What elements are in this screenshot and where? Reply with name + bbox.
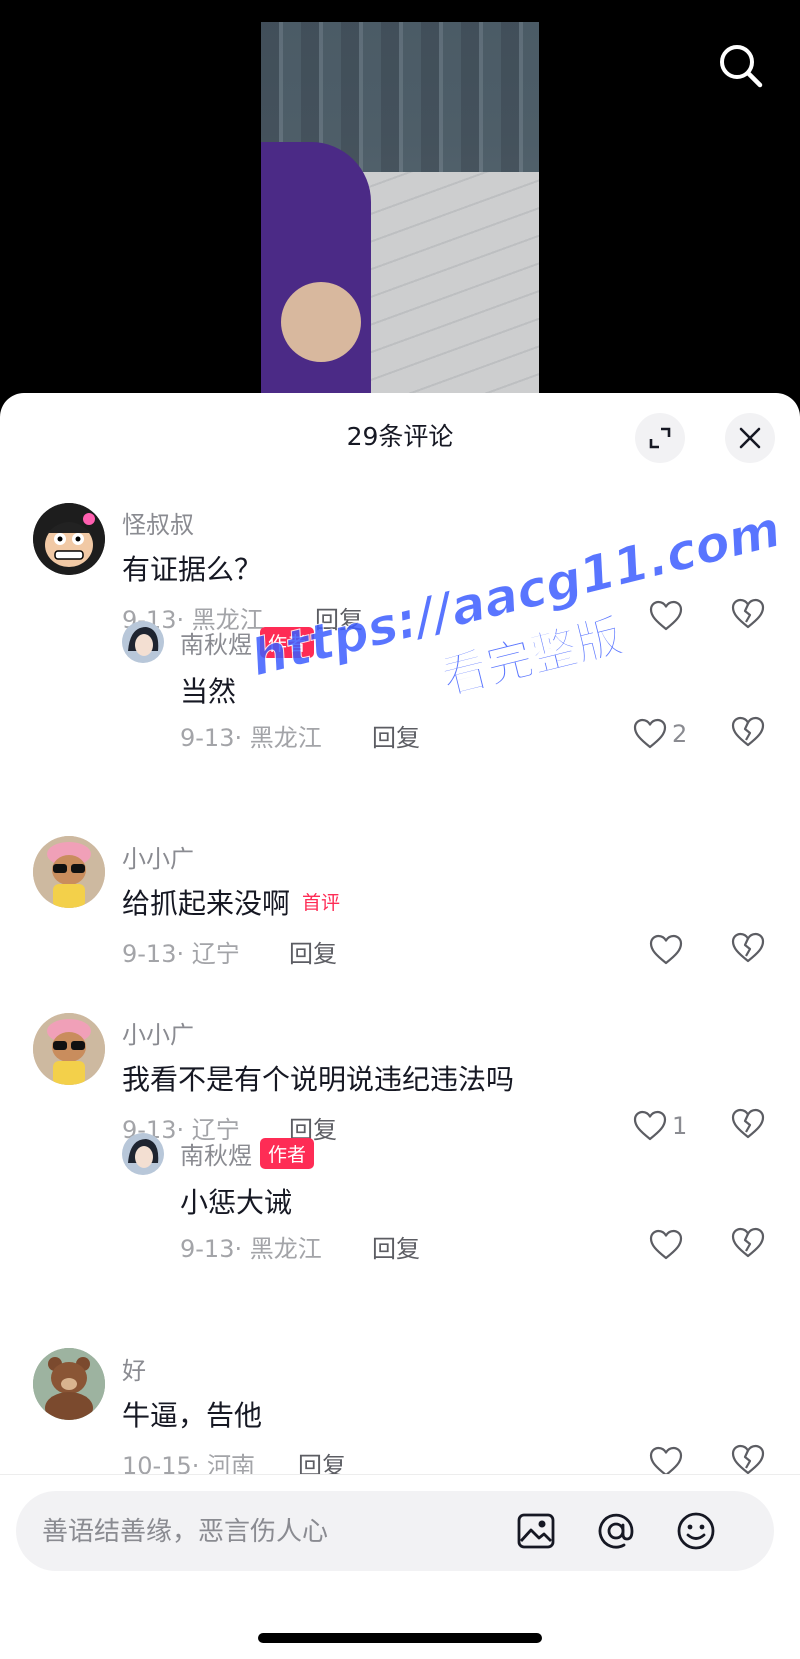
toy-figure-avatar-image bbox=[33, 836, 105, 908]
comment-body: 给抓起来没啊 bbox=[122, 887, 290, 920]
bear-figure-avatar-image bbox=[33, 1348, 105, 1420]
broken-heart-icon bbox=[730, 1106, 766, 1142]
avatar[interactable] bbox=[122, 621, 164, 663]
like-button[interactable]: 1 bbox=[632, 1106, 702, 1146]
avatar[interactable] bbox=[33, 503, 105, 575]
comment-text: 有证据么？ bbox=[122, 548, 262, 588]
close-icon bbox=[737, 425, 763, 451]
like-button[interactable] bbox=[648, 930, 718, 970]
reply-author-name[interactable]: 南秋煜 bbox=[180, 631, 252, 659]
like-button[interactable] bbox=[648, 596, 718, 636]
commenter-name[interactable]: 好 bbox=[122, 1351, 146, 1386]
close-button[interactable] bbox=[725, 413, 775, 463]
reply-button[interactable]: 回复 bbox=[289, 934, 337, 969]
avatar[interactable] bbox=[33, 1013, 105, 1085]
first-comment-badge: 首评 bbox=[302, 888, 340, 915]
dislike-button[interactable] bbox=[730, 930, 770, 970]
at-icon bbox=[594, 1509, 638, 1553]
home-indicator[interactable] bbox=[258, 1633, 542, 1643]
like-button[interactable]: 2 bbox=[632, 714, 702, 754]
emoji-icon bbox=[674, 1509, 718, 1553]
search-button[interactable] bbox=[715, 40, 767, 92]
comment-date-location: 9-13· 辽宁 bbox=[122, 934, 240, 969]
cartoon-face-avatar-image bbox=[33, 503, 105, 575]
comment-input[interactable] bbox=[40, 1491, 514, 1573]
like-button[interactable] bbox=[648, 1225, 718, 1265]
video-area[interactable] bbox=[0, 0, 800, 400]
dislike-button[interactable] bbox=[730, 714, 770, 754]
image-button[interactable] bbox=[514, 1509, 558, 1553]
expand-icon bbox=[647, 425, 673, 451]
heart-icon bbox=[648, 598, 684, 634]
broken-heart-icon bbox=[730, 930, 766, 966]
commenter-name[interactable]: 南秋煜作者 bbox=[180, 625, 314, 660]
comment-text: 给抓起来没啊首评 bbox=[122, 882, 340, 922]
dislike-button[interactable] bbox=[730, 596, 770, 636]
dislike-button[interactable] bbox=[730, 1106, 770, 1146]
commenter-name[interactable]: 南秋煜作者 bbox=[180, 1136, 314, 1171]
heart-icon bbox=[648, 932, 684, 968]
broken-heart-icon bbox=[730, 714, 766, 750]
reply-button[interactable]: 回复 bbox=[372, 718, 420, 753]
anime-girl-avatar-image bbox=[122, 1133, 164, 1175]
broken-heart-icon bbox=[730, 1442, 766, 1478]
author-badge: 作者 bbox=[260, 1138, 314, 1169]
avatar[interactable] bbox=[33, 836, 105, 908]
mention-button[interactable] bbox=[594, 1509, 638, 1553]
broken-heart-icon bbox=[730, 596, 766, 632]
reply-button[interactable]: 回复 bbox=[372, 1229, 420, 1264]
reply-button[interactable]: 回复 bbox=[315, 600, 363, 635]
dislike-button[interactable] bbox=[730, 1225, 770, 1265]
commenter-name[interactable]: 小小广 bbox=[122, 1015, 194, 1050]
like-count: 2 bbox=[672, 720, 687, 748]
comment-input-bar bbox=[0, 1474, 800, 1659]
anime-girl-avatar-image bbox=[122, 621, 164, 663]
heart-icon bbox=[632, 1108, 668, 1144]
commenter-name[interactable]: 怪叔叔 bbox=[122, 505, 194, 540]
comment-input-container bbox=[16, 1491, 774, 1571]
search-icon bbox=[715, 40, 767, 92]
comment-text: 我看不是有个说明说违纪违法吗 bbox=[122, 1058, 514, 1098]
image-icon bbox=[514, 1509, 558, 1553]
broken-heart-icon bbox=[730, 1225, 766, 1261]
reply-author-name[interactable]: 南秋煜 bbox=[180, 1142, 252, 1170]
reply-date-location: 9-13· 黑龙江 bbox=[180, 718, 322, 753]
toy-figure-avatar-image bbox=[33, 1013, 105, 1085]
heart-icon bbox=[648, 1227, 684, 1263]
commenter-name[interactable]: 小小广 bbox=[122, 839, 194, 874]
comment-text: 牛逼，告他 bbox=[122, 1394, 262, 1434]
sheet-header: 29条评论 bbox=[0, 393, 800, 473]
reply-date-location: 9-13· 黑龙江 bbox=[180, 1229, 322, 1264]
emoji-button[interactable] bbox=[674, 1509, 718, 1553]
like-count: 1 bbox=[672, 1112, 687, 1140]
author-badge: 作者 bbox=[260, 627, 314, 658]
heart-icon bbox=[632, 716, 668, 752]
avatar[interactable] bbox=[33, 1348, 105, 1420]
video-person-arm bbox=[261, 142, 371, 402]
avatar[interactable] bbox=[122, 1133, 164, 1175]
expand-button[interactable] bbox=[635, 413, 685, 463]
video-hand bbox=[281, 282, 361, 362]
reply-text: 小惩大诫 bbox=[180, 1181, 292, 1221]
video-preview[interactable] bbox=[261, 22, 539, 402]
comment-sheet: 29条评论 怪叔叔 有 bbox=[0, 393, 800, 1658]
reply-text: 当然 bbox=[180, 670, 236, 710]
